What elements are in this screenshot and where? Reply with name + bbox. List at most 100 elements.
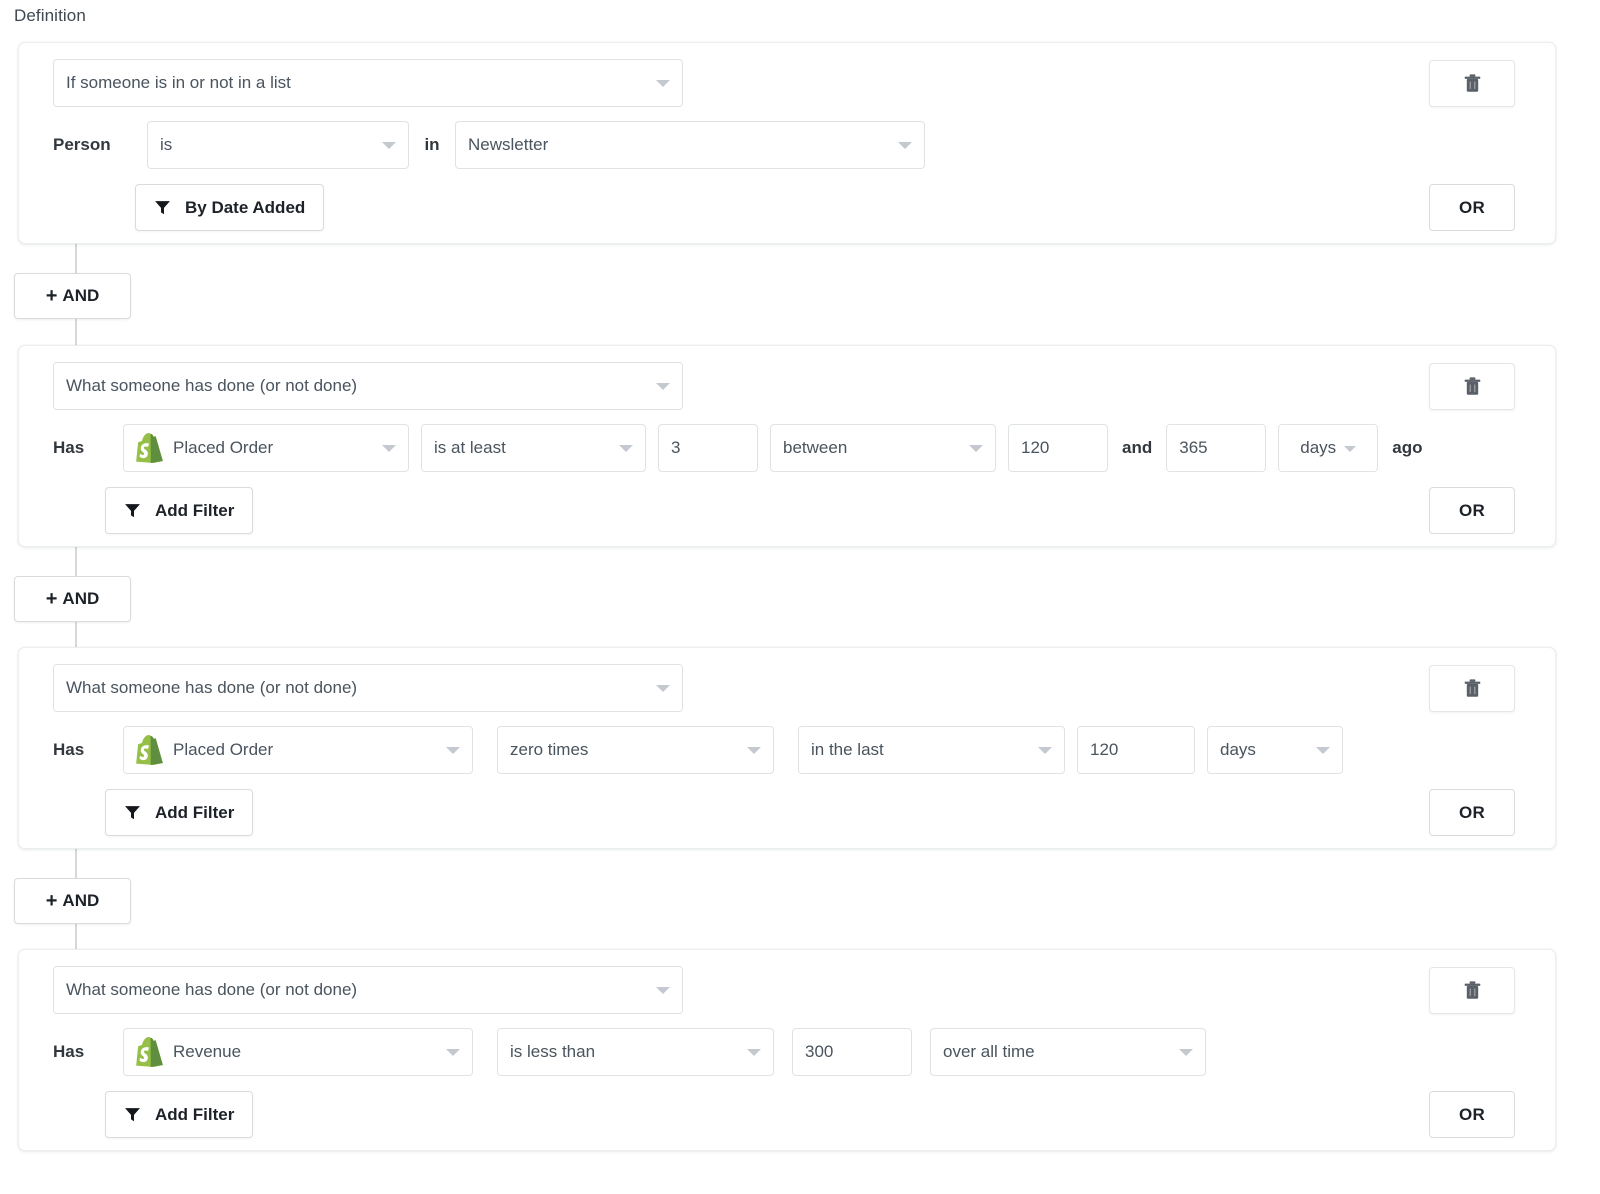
- from-value-3: 120: [1090, 740, 1118, 760]
- shopify-logo-icon: [136, 1037, 163, 1067]
- list-name-select[interactable]: Newsletter: [455, 121, 925, 169]
- chevron-down-icon: [1316, 747, 1330, 754]
- row-label-has-4: Has: [53, 1028, 123, 1076]
- unit-value-2: days: [1300, 438, 1336, 458]
- or-label-1: OR: [1459, 198, 1485, 218]
- segment-definition-builder: Definition If someone is in or not in a …: [0, 0, 1600, 1194]
- add-filter-label-3: Add Filter: [155, 803, 234, 823]
- condition-type-value-4: What someone has done (or not done): [66, 980, 357, 1000]
- metric-select-3[interactable]: Placed Order: [123, 726, 473, 774]
- delete-condition-button-2[interactable]: [1429, 363, 1515, 410]
- condition-type-select-1[interactable]: If someone is in or not in a list: [53, 59, 683, 107]
- chevron-down-icon: [446, 1049, 460, 1056]
- timeframe-value-2: between: [783, 438, 847, 458]
- amount-input-4[interactable]: 300: [792, 1028, 912, 1076]
- trash-icon: [1464, 377, 1481, 396]
- metric-select-4[interactable]: Revenue: [123, 1028, 473, 1076]
- plus-icon: +: [46, 589, 58, 609]
- delete-condition-button-1[interactable]: [1429, 60, 1515, 107]
- filter-funnel-icon: [154, 199, 171, 216]
- add-filter-label-2: Add Filter: [155, 501, 234, 521]
- unit-select-3[interactable]: days: [1207, 726, 1343, 774]
- chevron-down-icon: [969, 445, 983, 452]
- condition-type-select-2[interactable]: What someone has done (or not done): [53, 362, 683, 410]
- chevron-down-icon: [1038, 747, 1052, 754]
- add-filter-button-2[interactable]: Add Filter: [105, 487, 253, 534]
- condition-row-3: Has Placed Order zero times in the last: [53, 726, 1343, 774]
- delete-condition-button-4[interactable]: [1429, 967, 1515, 1014]
- or-button-3[interactable]: OR: [1429, 789, 1515, 836]
- chevron-down-icon: [747, 1049, 761, 1056]
- condition-type-select-4[interactable]: What someone has done (or not done): [53, 966, 683, 1014]
- chevron-down-icon: [656, 383, 670, 390]
- timeframe-select-2[interactable]: between: [770, 424, 996, 472]
- and-word-2: and: [1108, 424, 1166, 472]
- or-button-4[interactable]: OR: [1429, 1091, 1515, 1138]
- from-value-2: 120: [1021, 438, 1049, 458]
- timeframe-select-4[interactable]: over all time: [930, 1028, 1206, 1076]
- condition-operator-select-2[interactable]: is at least: [421, 424, 646, 472]
- timeframe-select-3[interactable]: in the last: [798, 726, 1065, 774]
- condition-operator-select-3[interactable]: zero times: [497, 726, 774, 774]
- by-date-added-label: By Date Added: [185, 198, 305, 218]
- condition-card-2: What someone has done (or not done) Has …: [18, 345, 1556, 547]
- condition-operator-value-2: is at least: [434, 438, 506, 458]
- metric-value-3: Placed Order: [173, 740, 273, 760]
- condition-row-2: Has Placed Order is at least 3 between: [53, 424, 1422, 472]
- from-value-input-2[interactable]: 120: [1008, 424, 1108, 472]
- metric-value-2: Placed Order: [173, 438, 273, 458]
- or-button-2[interactable]: OR: [1429, 487, 1515, 534]
- count-input-2[interactable]: 3: [658, 424, 758, 472]
- timeframe-value-4: over all time: [943, 1042, 1035, 1062]
- plus-icon: +: [46, 891, 58, 911]
- add-filter-button-4[interactable]: Add Filter: [105, 1091, 253, 1138]
- plus-icon: +: [46, 286, 58, 306]
- joiner-in: in: [409, 121, 455, 169]
- condition-operator-select-4[interactable]: is less than: [497, 1028, 774, 1076]
- add-and-button-3[interactable]: + AND: [14, 878, 131, 924]
- amount-value-4: 300: [805, 1042, 833, 1062]
- trash-icon: [1464, 679, 1481, 698]
- add-filter-button-3[interactable]: Add Filter: [105, 789, 253, 836]
- chevron-down-icon: [656, 987, 670, 994]
- trash-icon: [1464, 74, 1481, 93]
- condition-row-1: Person is in Newsletter: [53, 121, 925, 169]
- condition-card-4: What someone has done (or not done) Has …: [18, 949, 1556, 1151]
- condition-type-value-3: What someone has done (or not done): [66, 678, 357, 698]
- filter-funnel-icon: [124, 1106, 141, 1123]
- row-label-has-2: Has: [53, 424, 123, 472]
- condition-type-select-3[interactable]: What someone has done (or not done): [53, 664, 683, 712]
- chevron-down-icon: [747, 747, 761, 754]
- ago-word-2: ago: [1378, 424, 1422, 472]
- page-title: Definition: [14, 6, 86, 26]
- to-value-input-2[interactable]: 365: [1166, 424, 1266, 472]
- filter-funnel-icon: [124, 502, 141, 519]
- list-name-value: Newsletter: [468, 135, 548, 155]
- chevron-down-icon: [656, 685, 670, 692]
- by-date-added-button-1[interactable]: By Date Added: [135, 184, 324, 231]
- and-label-2: AND: [62, 589, 99, 609]
- count-value-2: 3: [671, 438, 680, 458]
- unit-select-2[interactable]: days: [1278, 424, 1378, 472]
- condition-operator-value-4: is less than: [510, 1042, 595, 1062]
- condition-operator-value-3: zero times: [510, 740, 588, 760]
- chevron-down-icon: [656, 80, 670, 87]
- chevron-down-icon: [446, 747, 460, 754]
- metric-select-2[interactable]: Placed Order: [123, 424, 409, 472]
- chevron-down-icon: [619, 445, 633, 452]
- to-value-2: 365: [1179, 438, 1207, 458]
- add-and-button-2[interactable]: + AND: [14, 576, 131, 622]
- chevron-down-icon: [382, 445, 396, 452]
- add-and-button-1[interactable]: + AND: [14, 273, 131, 319]
- or-button-1[interactable]: OR: [1429, 184, 1515, 231]
- chevron-down-icon: [898, 142, 912, 149]
- condition-card-3: What someone has done (or not done) Has …: [18, 647, 1556, 849]
- chevron-down-icon: [382, 142, 396, 149]
- delete-condition-button-3[interactable]: [1429, 665, 1515, 712]
- list-operator-select[interactable]: is: [147, 121, 409, 169]
- list-operator-value: is: [160, 135, 172, 155]
- trash-icon: [1464, 981, 1481, 1000]
- from-value-input-3[interactable]: 120: [1077, 726, 1195, 774]
- condition-type-value-2: What someone has done (or not done): [66, 376, 357, 396]
- chevron-down-icon: [1344, 446, 1356, 452]
